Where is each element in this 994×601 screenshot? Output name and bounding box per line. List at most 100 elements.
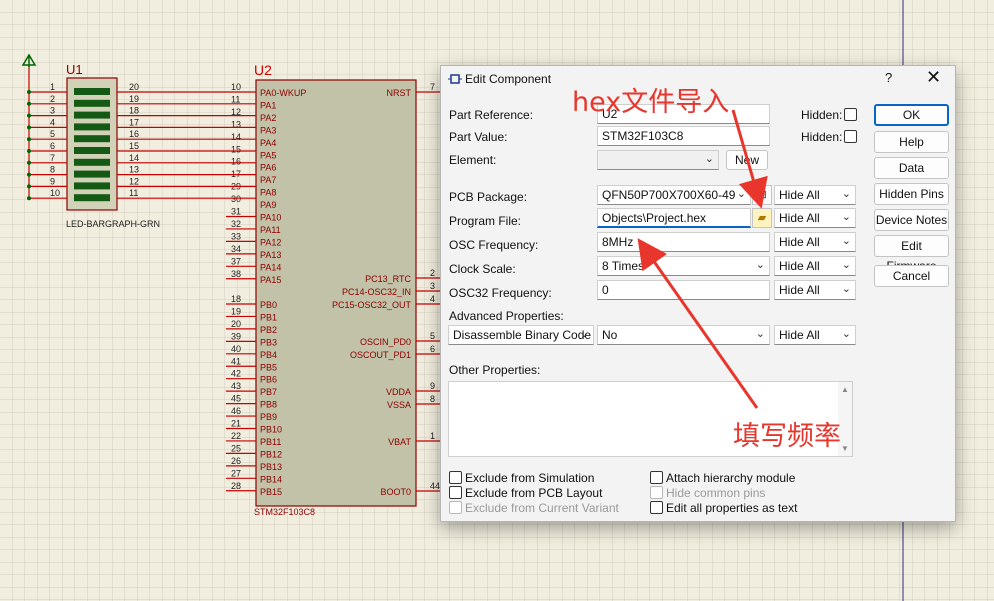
u2-pin-number: 32 bbox=[231, 219, 241, 229]
u2-pin-number: 11 bbox=[231, 94, 240, 104]
junction-dot bbox=[27, 125, 31, 130]
u1-pin-number: 12 bbox=[129, 176, 139, 186]
exclude-simulation-label: Exclude from Simulation bbox=[465, 471, 595, 485]
osc-frequency-visibility-value: Hide All bbox=[779, 235, 820, 249]
u1-pin-number: 4 bbox=[50, 117, 55, 127]
fill-frequency-annotation: 填写频率 bbox=[733, 421, 841, 452]
exclude-simulation-checkbox[interactable] bbox=[449, 471, 462, 484]
edit-firmware-button[interactable]: Edit Firmware bbox=[874, 235, 949, 273]
element-select[interactable]: ⌄ bbox=[597, 150, 719, 170]
u2-pin-number: 25 bbox=[231, 443, 241, 453]
u2-pin-name: PA3 bbox=[260, 125, 276, 135]
u1-pin-number: 7 bbox=[50, 153, 55, 163]
clock-scale-value: 8 Times bbox=[602, 259, 645, 273]
u1-pin-number: 13 bbox=[129, 165, 139, 175]
part-value-hidden-checkbox[interactable] bbox=[844, 130, 857, 143]
u2-pin-number: 38 bbox=[231, 269, 241, 279]
u2-pin-number: 45 bbox=[231, 394, 241, 404]
u2-pin-number: 37 bbox=[231, 256, 241, 266]
osc32-frequency-visibility-value: Hide All bbox=[779, 283, 820, 297]
osc32-frequency-input[interactable]: 0 bbox=[597, 280, 770, 300]
advanced-visibility-select[interactable]: Hide All ⌄ bbox=[774, 325, 856, 345]
close-icon[interactable]: ✕ bbox=[926, 67, 941, 88]
u2-pin-number: 27 bbox=[231, 468, 241, 478]
u1-pin-number: 10 bbox=[50, 188, 60, 198]
osc-frequency-input[interactable]: 8MHz bbox=[597, 232, 770, 252]
help-icon[interactable]: ? bbox=[885, 70, 892, 85]
attach-hierarchy-checkbox[interactable] bbox=[650, 471, 663, 484]
exclude-pcb-label: Exclude from PCB Layout bbox=[465, 486, 603, 500]
u2-pin-name: PB10 bbox=[260, 425, 282, 435]
bargraph-segment bbox=[74, 158, 110, 166]
u2-pin-name: PB8 bbox=[260, 400, 277, 410]
pcb-package-label: PCB Package: bbox=[449, 190, 528, 204]
u2-pin-number: 40 bbox=[231, 344, 241, 354]
u2-pin-number: 7 bbox=[430, 82, 435, 92]
u2-pin-name: VDDA bbox=[386, 387, 411, 397]
u2-pin-number: 1 bbox=[430, 431, 435, 441]
exclude-pcb-checkbox[interactable] bbox=[449, 486, 462, 499]
u2-pin-number: 46 bbox=[231, 406, 241, 416]
clock-scale-visibility-select[interactable]: Hide All ⌄ bbox=[774, 256, 856, 276]
u2-pin-name: PB2 bbox=[260, 325, 277, 335]
junction-dot bbox=[27, 113, 31, 118]
u2-stm32[interactable]: U2 STM32F103C8 10 PA0-WKUP 11 PA11 2 PA2 1 3 PA3… bbox=[226, 62, 446, 517]
bargraph-segment bbox=[74, 123, 110, 131]
u2-pin-name: VSSA bbox=[387, 400, 411, 410]
hide-common-pins-checkbox bbox=[650, 486, 663, 499]
hex-import-annotation: hex文件导入 bbox=[572, 87, 730, 118]
element-label: Element: bbox=[449, 153, 497, 167]
part-value-input[interactable]: STM32F103C8 bbox=[597, 126, 770, 146]
u2-pin-name: BOOT0 bbox=[380, 487, 411, 497]
advanced-value: No bbox=[602, 328, 618, 342]
program-file-input[interactable]: Objects\Project.hex bbox=[597, 208, 751, 228]
u1-body bbox=[66, 77, 118, 211]
u2-pin-number: 6 bbox=[430, 344, 435, 354]
program-file-visibility-select[interactable]: Hide All ⌄ bbox=[774, 208, 856, 228]
bargraph-segment bbox=[74, 135, 110, 143]
package-browse-icon[interactable]: ⊞ bbox=[752, 185, 772, 205]
osc-frequency-visibility-select[interactable]: Hide All ⌄ bbox=[774, 232, 856, 252]
u2-pin-name: PB6 bbox=[260, 375, 277, 385]
u2-pin-name: PA15 bbox=[260, 275, 281, 285]
device-notes-button[interactable]: Device Notes bbox=[874, 209, 949, 231]
advanced-value-select[interactable]: No ⌄ bbox=[597, 325, 770, 345]
cancel-button[interactable]: Cancel bbox=[874, 265, 949, 287]
pcb-package-visibility-value: Hide All bbox=[779, 188, 820, 202]
u2-pin-number: 5 bbox=[430, 331, 435, 341]
u2-pin-name: PC15-OSC32_OUT bbox=[332, 300, 412, 310]
bargraph-segment bbox=[74, 170, 110, 178]
part-value-hidden-label: Hidden: bbox=[801, 130, 843, 144]
osc32-frequency-visibility-select[interactable]: Hide All ⌄ bbox=[774, 280, 856, 300]
exclude-variant-checkbox bbox=[449, 501, 462, 514]
scroll-down-icon[interactable]: ▼ bbox=[841, 444, 849, 453]
chevron-down-icon: ⌄ bbox=[704, 153, 714, 165]
bargraph-segment bbox=[74, 182, 110, 190]
hidden-pins-button[interactable]: Hidden Pins bbox=[874, 183, 949, 205]
u2-ref: U2 bbox=[254, 62, 272, 78]
advanced-visibility-value: Hide All bbox=[779, 328, 820, 342]
part-reference-label: Part Reference: bbox=[449, 108, 534, 122]
pcb-package-select[interactable]: QFN50P700X700X60-49 ⌄ bbox=[597, 185, 751, 205]
u2-pin-name: OSCIN_PD0 bbox=[360, 337, 411, 347]
ok-button[interactable]: OK bbox=[874, 104, 949, 126]
u2-pin-name: PB12 bbox=[260, 449, 282, 459]
u2-pin-name: PB3 bbox=[260, 337, 277, 347]
u2-pin-name: PA9 bbox=[260, 200, 276, 210]
edit-all-text-label: Edit all properties as text bbox=[666, 501, 798, 515]
part-reference-hidden-checkbox[interactable] bbox=[844, 108, 857, 121]
chevron-down-icon: ⌄ bbox=[841, 211, 851, 223]
u2-pin-name: PA10 bbox=[260, 213, 281, 223]
other-properties-label: Other Properties: bbox=[449, 363, 541, 377]
edit-all-text-checkbox[interactable] bbox=[650, 501, 663, 514]
bargraph-segment bbox=[74, 147, 110, 154]
data-button[interactable]: Data bbox=[874, 157, 949, 179]
hide-common-pins-label: Hide common pins bbox=[666, 486, 766, 500]
new-element-button[interactable]: New bbox=[726, 150, 768, 170]
pcb-package-visibility-select[interactable]: Hide All ⌄ bbox=[774, 185, 856, 205]
help-button[interactable]: Help bbox=[874, 131, 949, 153]
advanced-property-select[interactable]: Disassemble Binary Code ⌄ bbox=[448, 325, 594, 345]
folder-open-icon[interactable]: ▰ bbox=[752, 208, 772, 228]
clock-scale-select[interactable]: 8 Times ⌄ bbox=[597, 256, 770, 276]
scroll-up-icon[interactable]: ▲ bbox=[841, 385, 849, 394]
